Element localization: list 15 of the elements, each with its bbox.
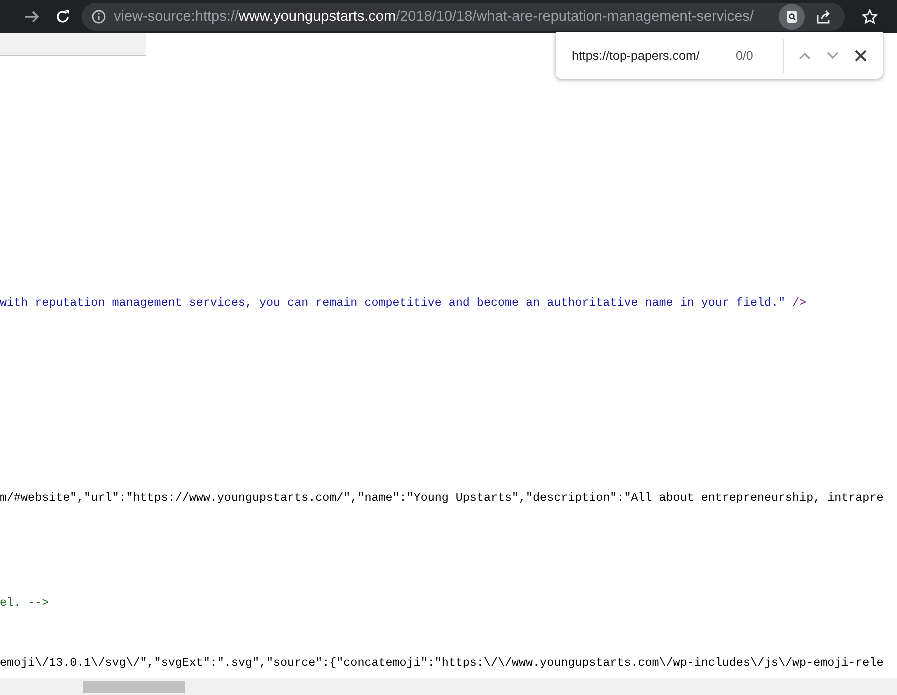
find-in-page-icon[interactable] — [779, 4, 805, 30]
scrollbar-thumb[interactable] — [83, 681, 185, 693]
horizontal-scrollbar[interactable] — [0, 678, 897, 695]
source-line: m/#website","url":"https://www.youngupstarts.com/","name":"Young Upstarts","description":"All about entrepreneurship, intrapre — [0, 491, 884, 506]
url-text[interactable]: view-source:https://www.youngupstarts.com/2018/10/18/what-are-reputation-management-services/ — [114, 8, 773, 24]
find-input[interactable]: https://top-papers.com/ — [572, 48, 722, 62]
source-line: with reputation management services, you can remain competitive and become an authoritative name in your field." /> — [0, 296, 807, 311]
source-line: el. --> — [0, 596, 50, 611]
info-icon[interactable] — [92, 10, 106, 24]
address-bar[interactable]: view-source:https://www.youngupstarts.com/2018/10/18/what-are-reputation-management-services/ — [82, 2, 845, 30]
source-line: emoji\/13.0.1\/svg\/","svgExt":".svg","source":{"concatemoji":"https:\/\/www.youngupstarts.com\/wp-includes\/js\/wp-emoji-rele — [0, 656, 884, 671]
chevron-down-icon — [827, 52, 840, 60]
match-count: 0/0 — [736, 48, 754, 62]
chevron-up-icon — [799, 52, 812, 60]
close-icon — [855, 50, 868, 62]
